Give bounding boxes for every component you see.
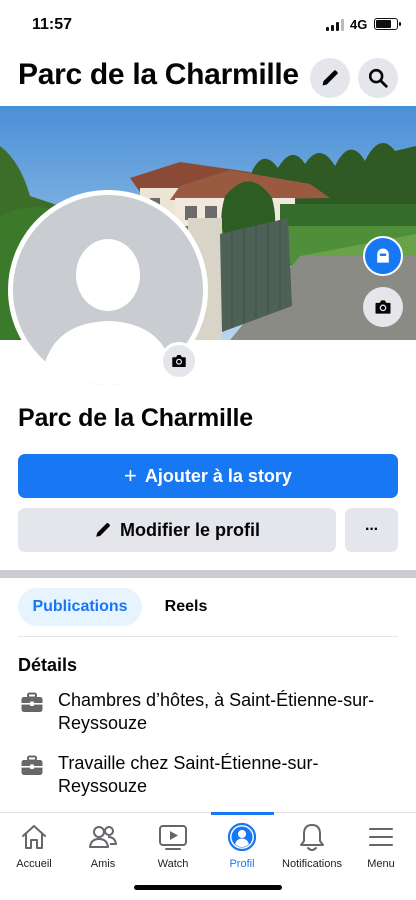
pencil-icon [322,70,338,86]
nav-label: Amis [90,858,116,870]
profile-name: Parc de la Charmille [18,404,254,432]
more-options-button[interactable]: ··· [345,508,398,552]
tabs-divider [18,636,398,637]
add-to-story-label: Ajouter à la story [144,465,292,486]
section-divider [0,570,416,578]
nav-label: Accueil [16,858,52,870]
nav-item-notifications[interactable]: Notifications [277,821,347,870]
camera-icon [172,355,186,367]
menu-icon [365,821,397,853]
detail-item: Travaille chez Saint-Étienne-sur-Reyssou… [18,752,408,798]
nav-label: Menu [367,858,395,870]
nav-item-amis[interactable]: Amis [68,821,138,870]
detail-item: Chambres d’hôtes, à Saint-Étienne-sur-Re… [18,689,408,735]
camera-icon [375,300,391,314]
search-icon [368,68,388,88]
edit-button[interactable] [310,58,350,98]
tab-publications-label: Publications [32,598,128,615]
signal-icon [326,19,344,31]
bell-icon [296,821,328,853]
detail-text: Travaille chez Saint-Étienne-sur-Reyssou… [58,753,319,796]
pencil-icon [96,523,110,537]
battery-icon [374,18,401,30]
status-time: 11:57 [32,16,73,33]
add-to-story-button[interactable]: + Ajouter à la story [18,454,398,498]
briefcase-icon [18,689,46,717]
plus-icon: + [124,463,137,488]
avatar-camera-button[interactable] [160,342,198,380]
briefcase-icon [18,752,46,780]
nav-label: Profil [229,858,255,870]
tab-reels[interactable]: Reels [152,588,220,626]
nav-item-accueil[interactable]: Accueil [0,821,69,870]
nav-item-menu[interactable]: Menu [346,821,416,870]
active-tab-indicator [211,812,274,815]
home-indicator [134,885,282,890]
avatar-frame-button[interactable] [363,236,403,276]
nav-item-watch[interactable]: Watch [138,821,208,870]
status-bar: 11:57 4G [0,0,416,50]
friends-icon [87,821,119,853]
avatar-frame-icon [377,248,389,263]
page-title: Parc de la Charmille [18,58,299,91]
tab-publications[interactable]: Publications [18,588,142,626]
edit-profile-label: Modifier le profil [119,519,260,540]
details-title: Détails [18,655,78,675]
home-icon [18,821,50,853]
search-button[interactable] [358,58,398,98]
nav-label: Watch [157,858,189,870]
nav-label: Notifications [282,858,342,870]
profile-icon [226,821,258,853]
battery-fill [376,20,392,28]
network-label: 4G [350,17,368,32]
more-icon: ··· [365,521,379,538]
watch-icon [157,821,189,853]
nav-item-profil[interactable]: Profil [207,821,277,870]
cover-camera-button[interactable] [363,287,403,327]
tab-reels-label: Reels [164,598,208,615]
detail-text: Chambres d’hôtes, à Saint-Étienne-sur-Re… [58,690,375,733]
edit-profile-button[interactable]: Modifier le profil [18,508,336,552]
